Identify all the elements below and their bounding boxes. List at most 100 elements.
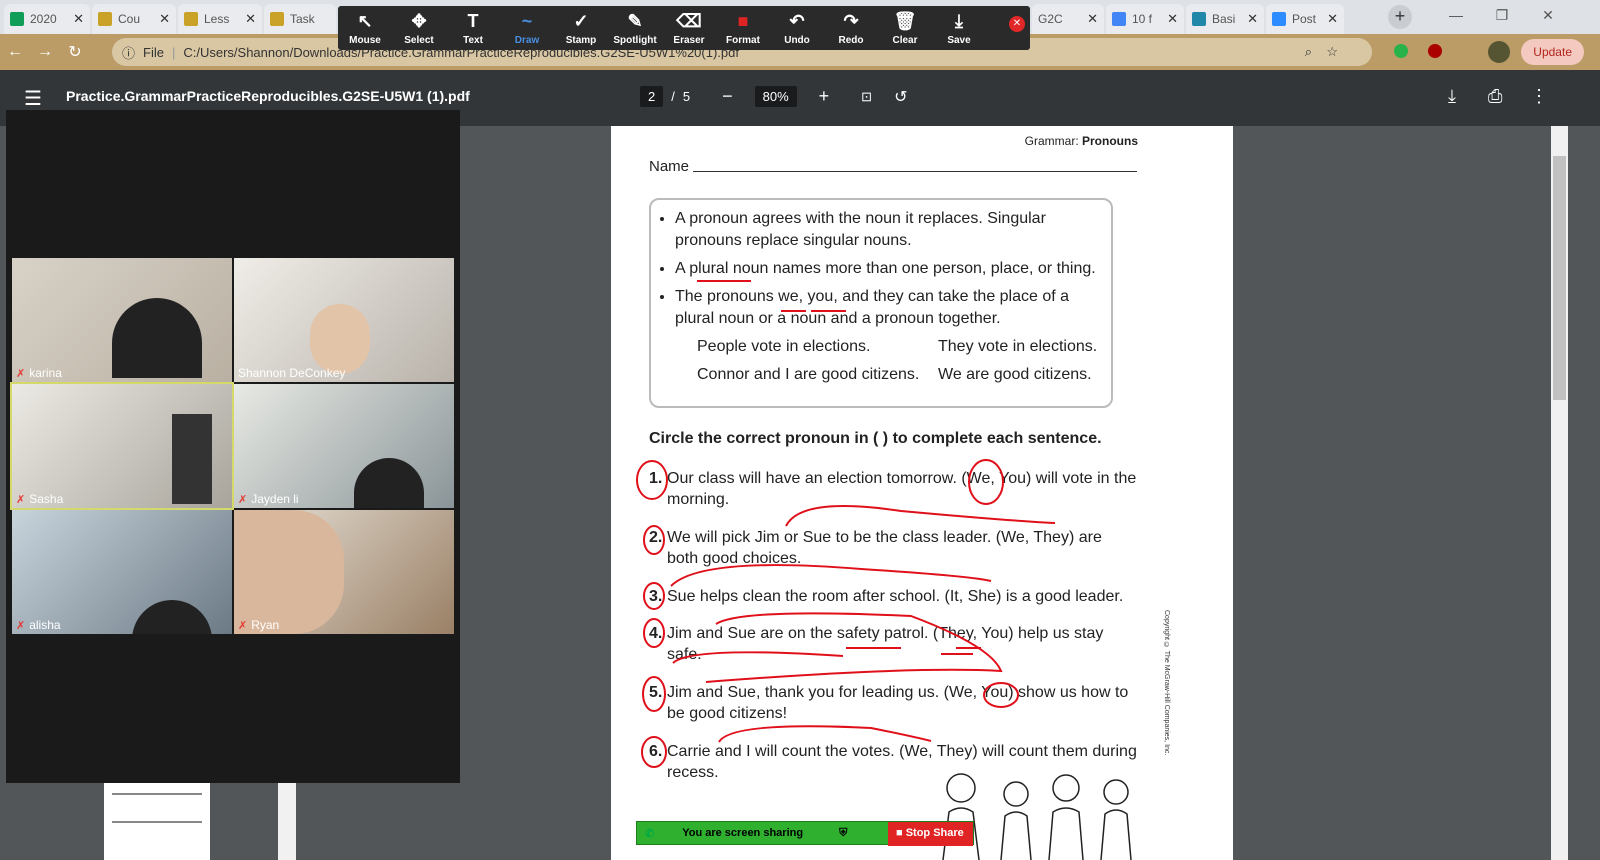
rule-item: A plural noun names more than one person…	[675, 258, 1099, 280]
page-thumbnail[interactable]	[104, 783, 210, 860]
shield-icon: ⛨	[839, 826, 848, 839]
format-icon: ■	[737, 10, 749, 31]
download-icon[interactable]: ⤓	[1448, 86, 1456, 107]
restore-icon[interactable]: ❐	[1480, 0, 1524, 30]
example-sentence: Connor and I are good citizens.	[697, 366, 920, 383]
close-icon[interactable]: ✕	[159, 11, 170, 27]
tool-mouse-button[interactable]: ↖ Mouse	[338, 11, 392, 46]
muted-mic-icon: ✗	[16, 493, 26, 506]
participant-tile[interactable]: Shannon DeConkey	[234, 258, 454, 382]
select-icon: ✥	[411, 10, 427, 31]
close-window-icon[interactable]: ✕	[1526, 0, 1570, 30]
screen-share-bar: ✆ You are screen sharing ⛨ ■ Stop Share	[636, 821, 974, 846]
example-sentence: They vote in elections.	[938, 338, 1098, 355]
extension-icon[interactable]	[1394, 44, 1408, 58]
print-icon[interactable]: ⎙	[1488, 86, 1502, 107]
zoom-level[interactable]: 80%	[754, 86, 797, 107]
tool-redo-button[interactable]: ↷ Redo	[824, 11, 878, 46]
close-icon[interactable]: ✕	[1327, 11, 1338, 27]
tool-label: Redo	[838, 34, 864, 46]
rule-item: The pronouns we, you, and they can take …	[675, 286, 1099, 330]
participant-tile[interactable]: ✗ Jayden li	[234, 384, 454, 508]
save-icon: ⤓	[955, 10, 963, 31]
tool-label: Save	[947, 34, 971, 46]
participant-tile[interactable]: ✗ Sasha	[10, 382, 234, 510]
zoom-search-icon[interactable]: ⌕	[1305, 44, 1312, 60]
reload-icon[interactable]: ↻	[60, 42, 90, 62]
more-options-icon[interactable]: ⋮	[1530, 86, 1548, 107]
worksheet-header: Grammar: Pronouns	[1024, 134, 1138, 148]
text-icon: T	[467, 10, 479, 31]
tool-spotlight-button[interactable]: ✎ Spotlight	[608, 11, 662, 46]
doc-icon	[98, 12, 112, 26]
thumbnail-scrollbar[interactable]	[278, 783, 296, 860]
pdf-page: Grammar: Pronouns Name A pronoun agrees …	[611, 126, 1233, 860]
close-annotation-icon[interactable]: ✕	[1009, 16, 1025, 32]
browser-tab[interactable]: Less ✕	[178, 4, 262, 34]
rule-item: A pronoun agrees with the noun it replac…	[675, 208, 1099, 252]
muted-mic-icon: ✗	[16, 619, 26, 632]
fit-page-icon[interactable]: ⊡	[861, 89, 872, 105]
doc-icon	[270, 12, 284, 26]
pdf-filename: Practice.GrammarPracticeReproducibles.G2…	[66, 88, 470, 104]
pdf-scrollbar[interactable]	[1551, 126, 1568, 860]
browser-tab[interactable]: Cou ✕	[92, 4, 176, 34]
new-tab-button[interactable]: +	[1388, 5, 1412, 29]
muted-mic-icon: ✗	[238, 493, 248, 506]
page-number-input[interactable]: 2	[640, 86, 664, 107]
close-icon[interactable]: ✕	[1247, 11, 1258, 27]
tool-text-button[interactable]: T Text	[446, 11, 500, 46]
tool-clear-button[interactable]: 🗑 Clear	[878, 11, 932, 46]
scrollbar-thumb[interactable]	[1553, 156, 1566, 400]
zoom-out-button[interactable]: −	[722, 86, 733, 107]
minimize-icon[interactable]: —	[1434, 0, 1478, 30]
sharing-status: You are screen sharing	[682, 827, 804, 839]
browser-tab[interactable]: G2C ✕	[1032, 4, 1104, 34]
clear-icon: 🗑	[893, 10, 917, 31]
close-icon[interactable]: ✕	[1167, 11, 1178, 27]
mouse-icon: ↖	[357, 10, 373, 31]
browser-tab[interactable]: 2020 ✕	[4, 4, 90, 34]
tool-label: Stamp	[565, 34, 597, 46]
draw-icon: ~	[521, 10, 533, 31]
back-icon[interactable]: ←	[0, 43, 30, 61]
update-button[interactable]: Update	[1521, 39, 1584, 65]
forward-icon[interactable]: →	[30, 43, 60, 61]
sentence-item: 4. Jim and Sue are on the safety patrol. …	[649, 625, 1104, 663]
tool-draw-button[interactable]: ~ Draw	[500, 11, 554, 46]
redo-icon: ↷	[843, 10, 859, 31]
info-icon: ⓘ	[122, 45, 136, 61]
participant-tile[interactable]: ✗ karina	[12, 258, 232, 382]
close-icon[interactable]: ✕	[1087, 11, 1098, 27]
copyright-note: Copyright © The McGraw-Hill Companies, I…	[1163, 610, 1170, 756]
tool-label: Spotlight	[613, 34, 657, 46]
tool-select-button[interactable]: ✥ Select	[392, 11, 446, 46]
sentence-item: 1. Our class will have an election tomorr…	[649, 470, 1137, 508]
avatar[interactable]	[1488, 41, 1510, 63]
example-sentence: People vote in elections.	[697, 338, 871, 355]
browser-tab[interactable]: Basi ✕	[1186, 4, 1264, 34]
tool-undo-button[interactable]: ↶ Undo	[770, 11, 824, 46]
eraser-icon: ⌫	[676, 10, 702, 31]
close-icon[interactable]: ✕	[245, 11, 256, 27]
ublock-icon[interactable]	[1428, 44, 1442, 58]
tool-stamp-button[interactable]: ✓ Stamp	[554, 11, 608, 46]
tool-format-button[interactable]: ■ Format	[716, 11, 770, 46]
example-sentence: We are good citizens.	[938, 366, 1092, 383]
participant-tile[interactable]: ✗ alisha	[12, 510, 232, 634]
tool-label: Undo	[784, 34, 810, 46]
zoom-in-button[interactable]: +	[819, 86, 830, 107]
participant-tile[interactable]: ✗ Ryan	[234, 510, 454, 634]
menu-icon[interactable]: ☰	[24, 86, 42, 111]
close-icon[interactable]: ✕	[73, 11, 84, 27]
browser-tab[interactable]: Task	[264, 4, 336, 34]
muted-mic-icon: ✗	[238, 619, 248, 632]
tool-save-button[interactable]: ⤓ Save	[932, 11, 986, 46]
tool-eraser-button[interactable]: ⌫ Eraser	[662, 11, 716, 46]
rotate-icon[interactable]: ↺	[894, 87, 907, 107]
sentence-item: 3. Sue helps clean the room after school.…	[649, 588, 1124, 605]
browser-tab[interactable]: 10 f ✕	[1106, 4, 1184, 34]
stop-share-button[interactable]: ■ Stop Share	[888, 822, 973, 846]
browser-tab[interactable]: Post ✕	[1266, 4, 1344, 34]
star-icon[interactable]: ☆	[1326, 44, 1338, 60]
